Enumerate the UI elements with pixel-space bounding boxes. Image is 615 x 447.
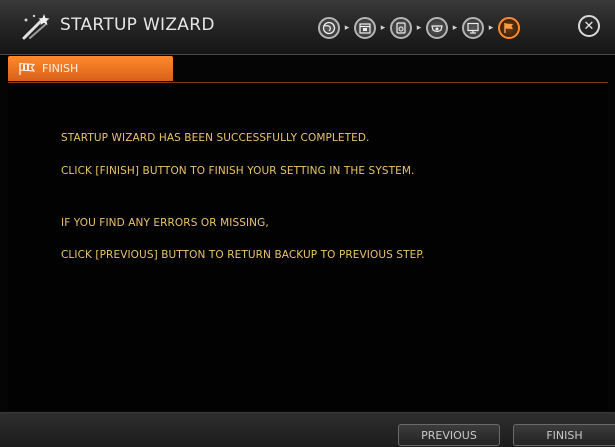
finish-flag-icon: [19, 62, 36, 75]
wizard-step-indicator: ▸ ▸ ▸ ▸ ▸: [318, 14, 520, 42]
wizard-wand-icon: [22, 14, 50, 40]
step-separator: ▸: [488, 23, 494, 33]
step-separator: ▸: [416, 23, 422, 33]
tab-finish[interactable]: FINISH: [8, 56, 173, 81]
step-separator: ▸: [344, 23, 350, 33]
completion-message: STARTUP WIZARD HAS BEEN SUCCESSFULLY COM…: [61, 132, 370, 144]
network-monitor-icon[interactable]: [462, 17, 484, 39]
close-button[interactable]: ✕: [578, 15, 600, 37]
error-notice: IF YOU FIND ANY ERRORS OR MISSING,: [61, 217, 269, 229]
step-separator: ▸: [380, 23, 386, 33]
title-bar: STARTUP WIZARD ▸ ▸ ▸ ▸ ▸ ✕: [0, 0, 615, 55]
finish-flag-icon[interactable]: [498, 17, 520, 39]
finish-instruction: CLICK [FINISH] BUTTON TO FINISH YOUR SET…: [61, 165, 415, 177]
camera-icon[interactable]: [426, 17, 448, 39]
window-title: STARTUP WIZARD: [60, 15, 215, 35]
close-icon: ✕: [583, 18, 595, 34]
calendar-icon[interactable]: [354, 17, 376, 39]
tab-label: FINISH: [42, 62, 79, 75]
wizard-content-panel: STARTUP WIZARD HAS BEEN SUCCESSFULLY COM…: [8, 84, 608, 410]
tab-row: FINISH: [8, 54, 608, 83]
previous-button[interactable]: PREVIOUS: [398, 424, 500, 446]
previous-instruction: CLICK [PREVIOUS] BUTTON TO RETURN BACKUP…: [61, 249, 425, 261]
startup-wizard-window: STARTUP WIZARD ▸ ▸ ▸ ▸ ▸ ✕ FINISH STARTU…: [0, 0, 615, 447]
finish-button[interactable]: FINISH: [513, 424, 615, 446]
hdd-storage-icon[interactable]: [390, 17, 412, 39]
language-globe-icon[interactable]: [318, 17, 340, 39]
step-separator: ▸: [452, 23, 458, 33]
bottom-button-bar: PREVIOUS FINISH: [0, 412, 615, 447]
